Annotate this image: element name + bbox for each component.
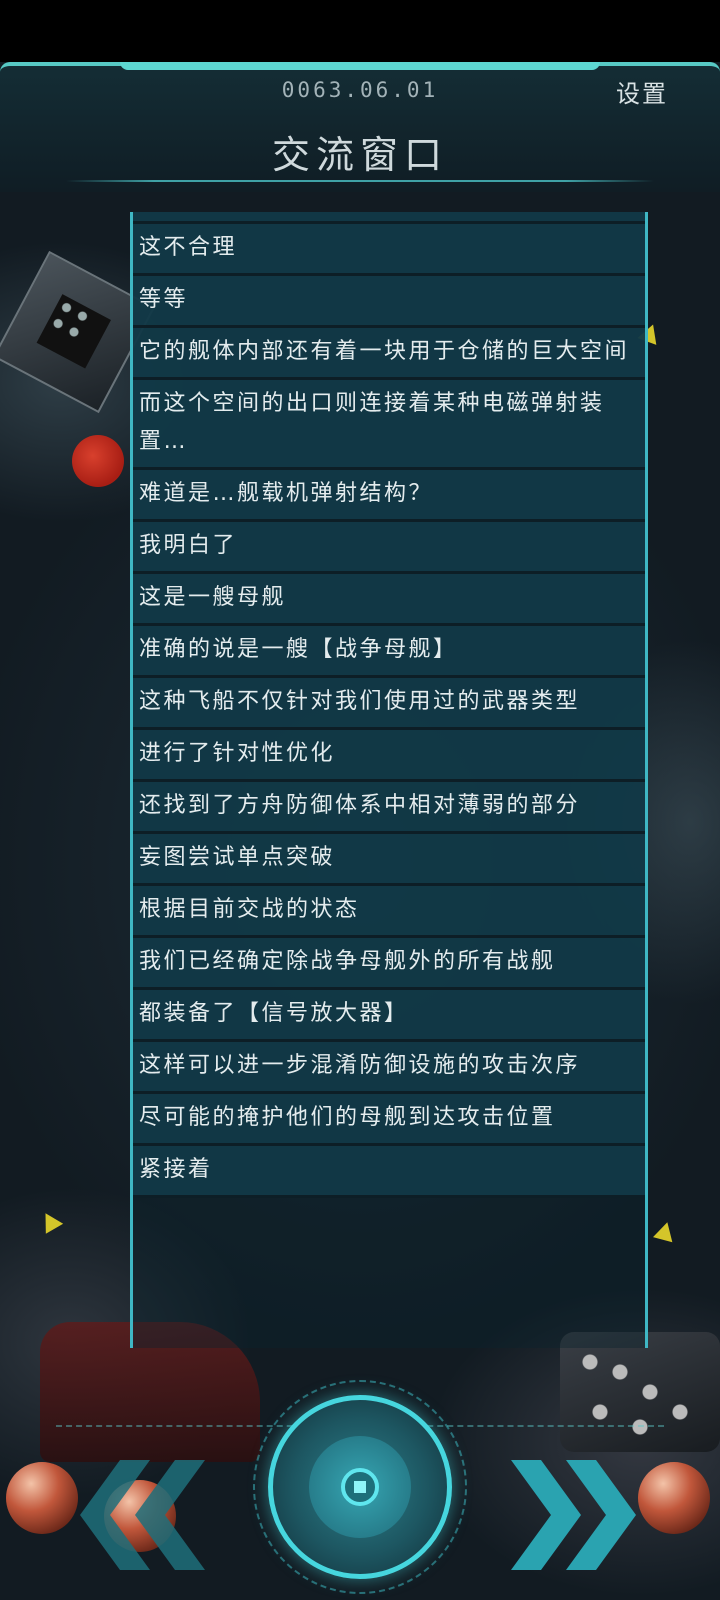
- message-item: 这种飞船不仅针对我们使用过的武器类型: [133, 678, 645, 730]
- message-item: 这是一艘母舰: [133, 574, 645, 626]
- message-item: 准确的说是一艘【战争母舰】: [133, 626, 645, 678]
- list-top-edge: [133, 212, 645, 224]
- center-action-button[interactable]: [268, 1395, 452, 1579]
- next-button[interactable]: [506, 1450, 636, 1580]
- status-bar: [0, 0, 720, 62]
- message-item: 都装备了【信号放大器】: [133, 990, 645, 1042]
- red-planet-decoration: [72, 435, 124, 487]
- message-item: 这样可以进一步混淆防御设施的攻击次序: [133, 1042, 645, 1094]
- message-item: 紧接着: [133, 1146, 645, 1198]
- message-item: 等等: [133, 276, 645, 328]
- message-item: 尽可能的掩护他们的母舰到达攻击位置: [133, 1094, 645, 1146]
- double-chevron-right-icon: [511, 1460, 636, 1570]
- center-button-core: [309, 1436, 411, 1538]
- message-item: 我明白了: [133, 522, 645, 574]
- record-button-icon: [341, 1468, 379, 1506]
- message-item: 这不合理: [133, 224, 645, 276]
- prev-button[interactable]: [80, 1450, 210, 1580]
- message-item: 难道是…舰载机弹射结构？: [133, 470, 645, 522]
- page-title: 交流窗口: [271, 133, 448, 177]
- yellow-marker-decoration: [36, 1208, 64, 1234]
- message-list[interactable]: 这不合理 等等 它的舰体内部还有着一块用于仓储的巨大空间 而这个空间的出口则连接…: [130, 212, 648, 1348]
- orb-decoration: [638, 1462, 710, 1534]
- orb-decoration: [6, 1462, 78, 1534]
- game-date: 0063.06.01: [281, 78, 439, 102]
- settings-button[interactable]: 设置: [616, 74, 668, 109]
- double-chevron-left-icon: [80, 1460, 205, 1570]
- message-item: 还找到了方舟防御体系中相对薄弱的部分: [133, 782, 645, 834]
- message-item: 妄图尝试单点突破: [133, 834, 645, 886]
- message-item: 我们已经确定除战争母舰外的所有战舰: [133, 938, 645, 990]
- message-item: 而这个空间的出口则连接着某种电磁弹射装置…: [133, 380, 645, 470]
- message-item: 它的舰体内部还有着一块用于仓储的巨大空间: [133, 328, 645, 380]
- yellow-marker-decoration: [653, 1219, 677, 1243]
- debris-decoration: [560, 1332, 720, 1452]
- title-divider: [66, 180, 654, 182]
- message-item: 进行了针对性优化: [133, 730, 645, 782]
- message-item: 根据目前交战的状态: [133, 886, 645, 938]
